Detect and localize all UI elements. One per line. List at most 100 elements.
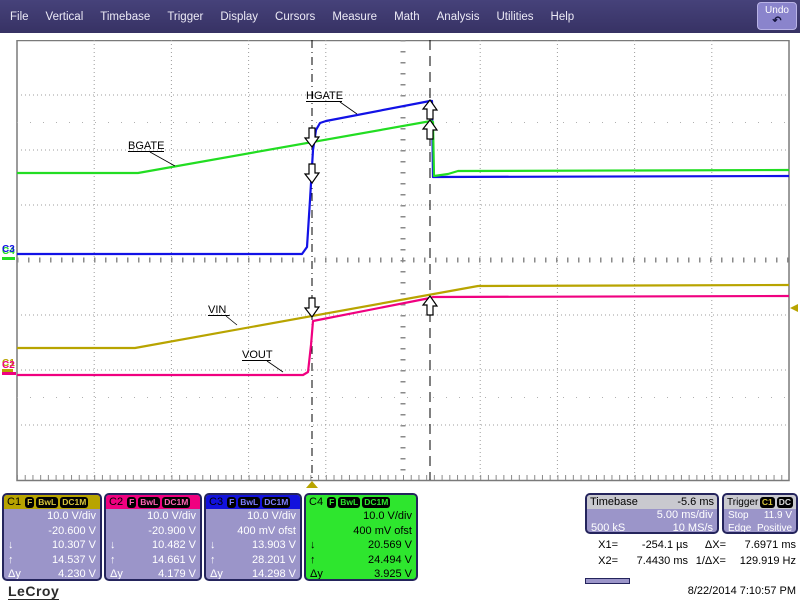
channel-descriptor-c1[interactable]: C1 F BwL DC1M 10.0 V/div -20.600 V ↓ 10.3… [2, 493, 102, 581]
delta-y-value: 3.925 V [374, 567, 412, 581]
channel-descriptor-c3[interactable]: C3 F BwL DC1M 10.0 V/div 400 mV ofst ↓ 13… [204, 493, 302, 581]
timebase-samples: 500 kS [591, 522, 625, 534]
delta-y-icon: Δy [110, 567, 123, 581]
cursor-min-value: 10.307 V [52, 538, 96, 553]
offset-value: -20.900 V [110, 524, 196, 539]
cursor-max-value: 24.494 V [368, 553, 412, 568]
cursor-min-value: 13.903 V [252, 538, 296, 553]
min-arrow-icon: ↓ [110, 538, 116, 553]
offset-value: 400 mV ofst [310, 524, 412, 539]
menu-help[interactable]: Help [551, 11, 575, 23]
min-arrow-icon: ↓ [310, 538, 316, 553]
x2-label: X2= [588, 553, 618, 569]
coupling-badge: DC1M [362, 497, 390, 508]
coupling-badge: DC1M [60, 497, 88, 508]
oscilloscope-screen: File Vertical Timebase Trigger Display C… [0, 0, 800, 600]
menu-vertical[interactable]: Vertical [46, 11, 84, 23]
filter-badge: F [327, 497, 336, 508]
cursor-max-value: 28.201 V [252, 553, 296, 568]
bwl-badge: BwL [338, 497, 360, 508]
delta-y-value: 4.230 V [58, 567, 96, 581]
cursor-min-value: 10.482 V [152, 538, 196, 553]
filter-badge: F [227, 497, 236, 508]
trigger-type: Edge [728, 522, 751, 534]
menu-utilities[interactable]: Utilities [496, 11, 533, 23]
x1-label: X1= [588, 537, 618, 553]
trigger-source-badge: C1 [760, 497, 775, 508]
offset-value: -20.600 V [8, 524, 96, 539]
trace-label-bgate: BGATE [128, 140, 164, 152]
timebase-offset: -5.6 ms [677, 496, 714, 508]
channel-descriptor-c2[interactable]: C2 F BwL DC1M 10.0 V/div -20.900 V ↓10.4… [104, 493, 202, 581]
coupling-badge: DC1M [262, 497, 290, 508]
timebase-rate: 10 MS/s [673, 522, 713, 534]
trace-label-vin: VIN [208, 304, 226, 316]
max-arrow-icon: ↑ [8, 553, 14, 568]
trace-label-vout: VOUT [242, 349, 273, 361]
channel-zero-label-c3: C3 [2, 244, 15, 255]
trigger-time-marker [306, 481, 318, 488]
coupling-badge: DC1M [162, 497, 190, 508]
trigger-slope: Positive [757, 522, 792, 534]
x2-value: 7.4430 ms [618, 553, 688, 569]
cursor-readout: X1= -254.1 µs ΔX= 7.6971 ms X2= 7.4430 m… [588, 537, 798, 569]
menu-display[interactable]: Display [220, 11, 258, 23]
max-arrow-icon: ↑ [310, 553, 316, 568]
channel-id: C1 [7, 496, 21, 508]
dx-value: 7.6971 ms [726, 537, 796, 553]
bwl-badge: BwL [138, 497, 160, 508]
panel-fragment [585, 578, 630, 584]
trigger-descriptor[interactable]: Trigger C1 DC Stop 11.9 V Edge Positive [722, 493, 798, 534]
timebase-title: Timebase [590, 496, 638, 508]
delta-y-icon: Δy [310, 567, 323, 581]
delta-y-value: 14.298 V [252, 567, 296, 581]
menu-cursors[interactable]: Cursors [275, 11, 315, 23]
invdx-value: 129.919 Hz [726, 553, 796, 569]
menu-math[interactable]: Math [394, 11, 420, 23]
channel-id: C2 [109, 496, 123, 508]
bwl-badge: BwL [238, 497, 260, 508]
vdiv-value: 10.0 V/div [8, 509, 96, 524]
menu-analysis[interactable]: Analysis [437, 11, 480, 23]
menu-timebase[interactable]: Timebase [100, 11, 150, 23]
vdiv-value: 10.0 V/div [310, 509, 412, 524]
trigger-title: Trigger [727, 497, 758, 508]
channel-id: C4 [309, 496, 323, 508]
delta-y-icon: Δy [210, 567, 223, 581]
trace-label-hgate: HGATE [306, 90, 343, 102]
channel-zero-dash [2, 372, 16, 375]
vdiv-value: 10.0 V/div [110, 509, 196, 524]
channel-descriptor-c4[interactable]: C4 F BwL DC1M 10.0 V/div 400 mV ofst ↓ 20… [304, 493, 418, 581]
offset-value: 400 mV ofst [210, 524, 296, 539]
cursor-max-value: 14.537 V [52, 553, 96, 568]
timebase-descriptor[interactable]: Timebase -5.6 ms 5.00 ms/div 500 kS 10 M… [585, 493, 719, 534]
x1-value: -254.1 µs [618, 537, 688, 553]
menu-measure[interactable]: Measure [332, 11, 377, 23]
undo-button[interactable]: Undo ↶ [757, 2, 797, 30]
menu-trigger[interactable]: Trigger [167, 11, 203, 23]
menu-bar: File Vertical Timebase Trigger Display C… [0, 0, 800, 33]
trigger-level-marker [790, 304, 798, 312]
cursor-min-value: 20.569 V [368, 538, 412, 553]
undo-arrow-icon: ↶ [758, 16, 796, 26]
channel-id: C3 [209, 496, 223, 508]
invdx-label: 1/ΔX= [688, 553, 726, 569]
waveform-display[interactable]: HGATEBGATEVINVOUTC4C3C1C2 [0, 40, 800, 490]
trigger-level: 11.9 V [764, 509, 792, 522]
min-arrow-icon: ↓ [8, 538, 14, 553]
timebase-scale: 5.00 ms/div [657, 509, 713, 522]
trigger-mode: Stop [728, 509, 749, 522]
max-arrow-icon: ↑ [210, 553, 216, 568]
menu-file[interactable]: File [10, 11, 29, 23]
cursor-max-value: 14.661 V [152, 553, 196, 568]
vdiv-value: 10.0 V/div [210, 509, 296, 524]
min-arrow-icon: ↓ [210, 538, 216, 553]
filter-badge: F [25, 497, 34, 508]
trigger-coupling-badge: DC [777, 497, 793, 508]
delta-y-icon: Δy [8, 567, 21, 581]
bwl-badge: BwL [36, 497, 58, 508]
datetime-display: 8/22/2014 7:10:57 PM [688, 585, 796, 597]
delta-y-value: 4.179 V [158, 567, 196, 581]
lecroy-logo: LeCroy [8, 583, 59, 600]
max-arrow-icon: ↑ [110, 553, 116, 568]
